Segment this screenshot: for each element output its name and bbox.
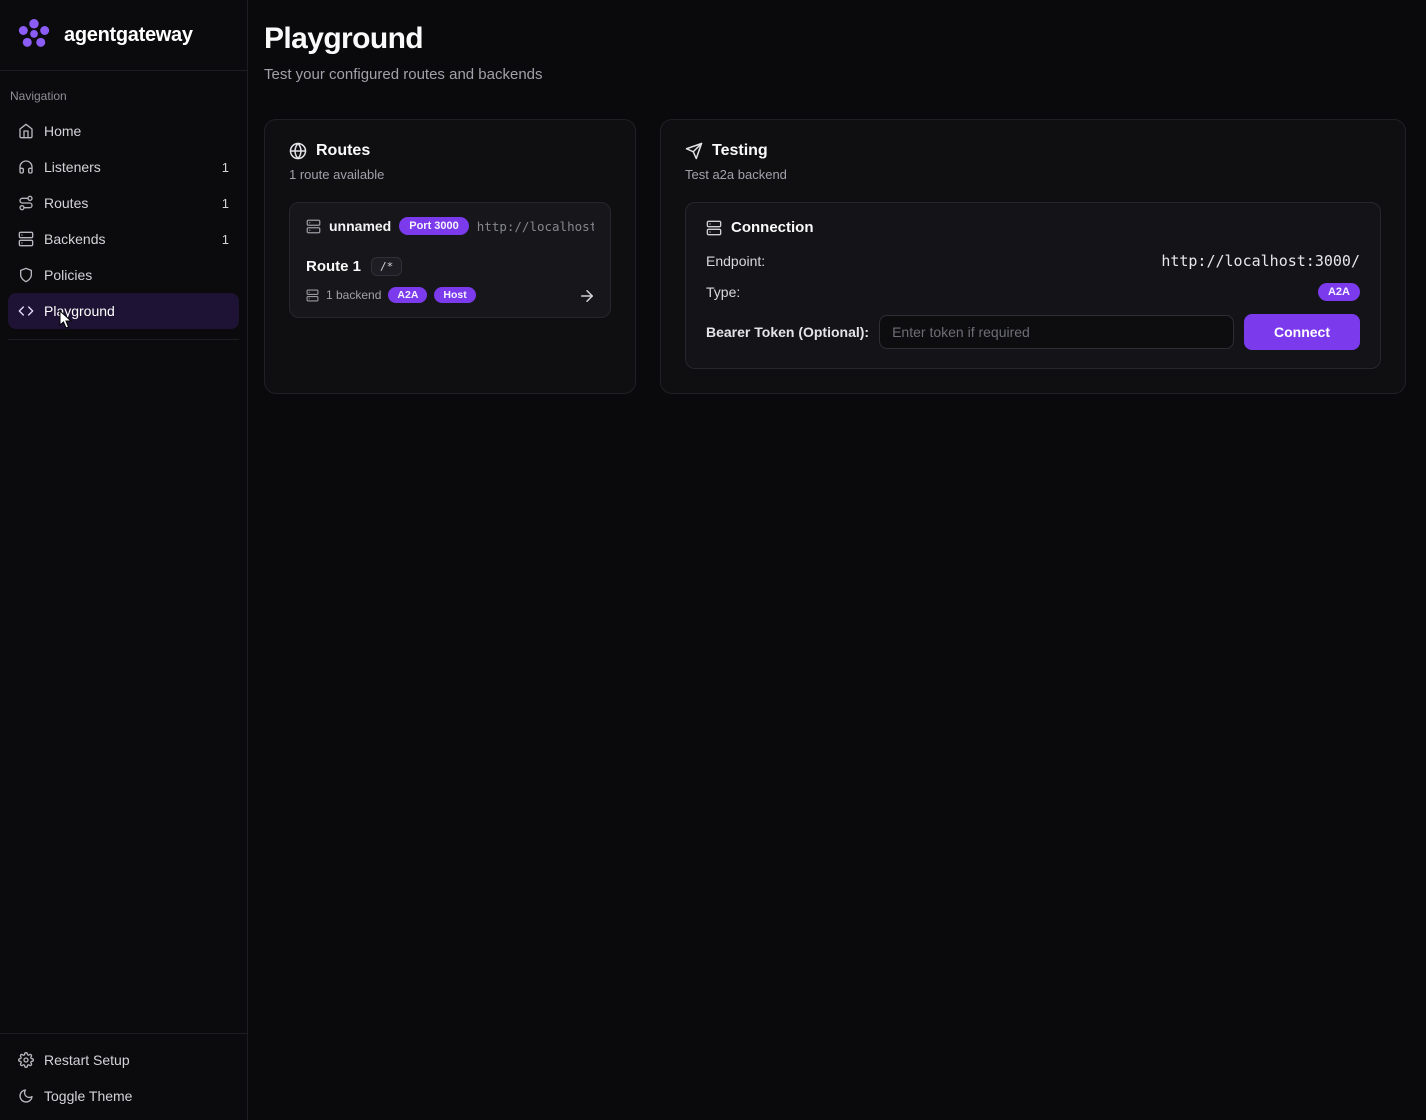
sidebar-item-label: Routes [44, 195, 88, 211]
restart-setup-label: Restart Setup [44, 1052, 130, 1068]
server-icon [706, 220, 722, 236]
sidebar-header: agentgateway [0, 0, 247, 71]
type-badge: A2A [1318, 283, 1360, 301]
server-icon [18, 231, 34, 247]
toggle-theme-button[interactable]: Toggle Theme [8, 1078, 239, 1114]
cards-row: Routes 1 route available unnamed Port 30… [264, 119, 1406, 394]
backend-count: 1 backend [326, 288, 381, 302]
nav-divider [8, 339, 239, 340]
type-row: Type: A2A [706, 283, 1360, 301]
listener-url: http://localhost:3000/ [477, 219, 594, 234]
sidebar-item-backends[interactable]: Backends 1 [8, 221, 239, 257]
routes-card-header: Routes [289, 142, 611, 160]
server-icon [306, 289, 319, 302]
sidebar-nav: Navigation Home Listeners 1 Routes 1 [0, 71, 247, 340]
routes-card: Routes 1 route available unnamed Port 30… [264, 119, 636, 394]
route-list-item[interactable]: unnamed Port 3000 http://localhost:3000/… [289, 202, 611, 318]
listeners-count-badge: 1 [222, 160, 229, 175]
routes-count-badge: 1 [222, 196, 229, 211]
headphones-icon [18, 159, 34, 175]
route-name-row: Route 1 /* [306, 257, 594, 276]
sidebar-item-label: Home [44, 123, 81, 139]
bearer-token-row: Bearer Token (Optional): Connect [706, 314, 1360, 350]
sidebar-item-home[interactable]: Home [8, 113, 239, 149]
a2a-badge: A2A [388, 287, 427, 303]
host-badge: Host [434, 287, 475, 303]
sidebar: agentgateway Navigation Home Listeners 1… [0, 0, 248, 1120]
port-badge: Port 3000 [399, 217, 469, 235]
agentgateway-logo-icon [16, 17, 52, 53]
endpoint-row: Endpoint: http://localhost:3000/ [706, 252, 1360, 270]
sidebar-item-routes[interactable]: Routes 1 [8, 185, 239, 221]
testing-card-subtitle: Test a2a backend [685, 167, 1381, 182]
main-content: Playground Test your configured routes a… [248, 0, 1426, 394]
routes-card-subtitle: 1 route available [289, 167, 611, 182]
send-icon [685, 142, 703, 160]
testing-card-header: Testing [685, 142, 1381, 160]
routes-card-title: Routes [316, 142, 370, 160]
moon-icon [18, 1088, 34, 1104]
bearer-token-input[interactable] [879, 315, 1234, 349]
page-title: Playground [264, 22, 1406, 56]
brand-title: agentgateway [64, 24, 193, 47]
sidebar-item-playground[interactable]: Playground [8, 293, 239, 329]
connection-card: Connection Endpoint: http://localhost:30… [685, 202, 1381, 369]
testing-card-title: Testing [712, 142, 768, 160]
testing-card: Testing Test a2a backend Connection Endp… [660, 119, 1406, 394]
sidebar-item-listeners[interactable]: Listeners 1 [8, 149, 239, 185]
sidebar-item-label: Playground [44, 303, 115, 319]
connection-title: Connection [731, 219, 814, 236]
route-path-badge: /* [371, 257, 402, 276]
endpoint-value: http://localhost:3000/ [1161, 252, 1360, 270]
toggle-theme-label: Toggle Theme [44, 1088, 132, 1104]
sidebar-item-label: Backends [44, 231, 105, 247]
backends-count-badge: 1 [222, 232, 229, 247]
restart-setup-button[interactable]: Restart Setup [8, 1042, 239, 1078]
globe-icon [289, 142, 307, 160]
route-name: Route 1 [306, 258, 361, 275]
connect-button[interactable]: Connect [1244, 314, 1360, 350]
route-icon [18, 195, 34, 211]
sidebar-footer: Restart Setup Toggle Theme [0, 1033, 247, 1120]
code-icon [18, 303, 34, 319]
endpoint-label: Endpoint: [706, 253, 765, 269]
gear-icon [18, 1052, 34, 1068]
connection-header: Connection [706, 219, 1360, 236]
server-icon [306, 219, 321, 234]
sidebar-item-label: Listeners [44, 159, 101, 175]
page-subtitle: Test your configured routes and backends [264, 66, 1406, 83]
sidebar-item-policies[interactable]: Policies [8, 257, 239, 293]
listener-row: unnamed Port 3000 http://localhost:3000/ [306, 217, 594, 235]
sidebar-item-label: Policies [44, 267, 92, 283]
home-icon [18, 123, 34, 139]
route-meta-row: 1 backend A2A Host [306, 287, 594, 303]
shield-icon [18, 267, 34, 283]
listener-name: unnamed [329, 218, 391, 234]
bearer-token-label: Bearer Token (Optional): [706, 324, 869, 340]
type-label: Type: [706, 284, 740, 300]
arrow-right-icon[interactable] [578, 287, 596, 305]
nav-section-label: Navigation [8, 81, 239, 113]
